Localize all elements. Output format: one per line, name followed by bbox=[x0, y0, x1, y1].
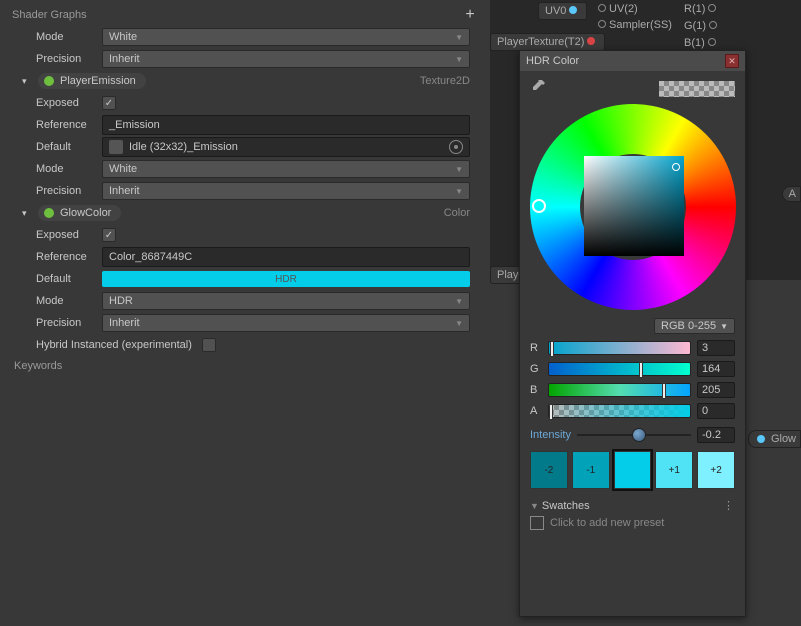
picker-title: HDR Color bbox=[526, 55, 579, 67]
r-port[interactable]: R(1) bbox=[684, 3, 719, 15]
b-slider[interactable] bbox=[548, 383, 691, 397]
precision-dropdown[interactable]: Inherit▼ bbox=[102, 50, 470, 68]
mode-label: Mode bbox=[36, 31, 102, 43]
object-picker-icon[interactable] bbox=[449, 140, 463, 154]
player-texture-node[interactable]: PlayerTexture(T2) bbox=[490, 33, 605, 51]
chevron-down-icon: ▼ bbox=[455, 319, 463, 328]
precision-label: Precision bbox=[36, 53, 102, 65]
hue-cursor[interactable] bbox=[532, 199, 546, 213]
chevron-down-icon: ▼ bbox=[455, 33, 463, 42]
mode-label: Mode bbox=[36, 163, 102, 175]
intensity-swatch[interactable]: -1 bbox=[572, 451, 610, 489]
r-slider[interactable] bbox=[548, 341, 691, 355]
b-port[interactable]: B(1) bbox=[684, 37, 719, 49]
default-label: Default bbox=[36, 141, 102, 153]
current-color-preview bbox=[659, 81, 735, 97]
property-dot-icon bbox=[44, 76, 54, 86]
preset-box-icon bbox=[530, 516, 544, 530]
color-wheel[interactable] bbox=[530, 104, 736, 310]
color-mode-dropdown[interactable]: RGB 0-255▼ bbox=[654, 318, 735, 334]
keywords-section[interactable]: Keywords bbox=[8, 356, 482, 376]
r-label: R bbox=[530, 342, 542, 354]
uv0-port: UV0 bbox=[538, 2, 587, 20]
default-label: Default bbox=[36, 273, 102, 285]
add-preset[interactable]: Click to add new preset bbox=[530, 516, 735, 530]
intensity-swatches: -2-1 +1+2 bbox=[530, 451, 735, 489]
b-label: B bbox=[530, 384, 542, 396]
close-button[interactable]: ✕ bbox=[725, 54, 739, 68]
g-port[interactable]: G(1) bbox=[684, 20, 720, 32]
intensity-label: Intensity bbox=[530, 429, 571, 441]
hybrid-label: Hybrid Instanced (experimental) bbox=[36, 339, 192, 351]
intensity-swatch[interactable]: -2 bbox=[530, 451, 568, 489]
exposed-checkbox[interactable]: ✓ bbox=[102, 96, 116, 110]
precision-dropdown[interactable]: Inherit▼ bbox=[102, 182, 470, 200]
mode-dropdown[interactable]: HDR▼ bbox=[102, 292, 470, 310]
property-type: Texture2D bbox=[420, 75, 470, 87]
intensity-swatch[interactable]: +1 bbox=[655, 451, 693, 489]
r-input[interactable]: 3 bbox=[697, 340, 735, 356]
chevron-down-icon: ▼ bbox=[455, 187, 463, 196]
glow-node-stub[interactable]: Glow bbox=[748, 430, 801, 448]
swatches-menu-icon[interactable]: ⋮ bbox=[723, 499, 735, 512]
exposed-checkbox[interactable]: ✓ bbox=[102, 228, 116, 242]
intensity-slider[interactable] bbox=[577, 434, 691, 436]
saturation-value-box[interactable] bbox=[584, 156, 684, 256]
blackboard-panel: Shader Graphs + Mode White▼ Precision In… bbox=[0, 0, 490, 380]
property-pill-glow-color[interactable]: GlowColor bbox=[38, 205, 121, 221]
hybrid-checkbox[interactable] bbox=[202, 338, 216, 352]
property-type: Color bbox=[444, 207, 470, 219]
a-input[interactable]: 0 bbox=[697, 403, 735, 419]
foldout-toggle[interactable]: ▾ bbox=[22, 76, 32, 87]
exposed-label: Exposed bbox=[36, 97, 102, 109]
texture-thumb-icon bbox=[109, 140, 123, 154]
sampler-port[interactable]: Sampler(SS) bbox=[598, 19, 672, 31]
exposed-label: Exposed bbox=[36, 229, 102, 241]
uv2-port[interactable]: UV(2) bbox=[598, 3, 638, 15]
sv-cursor[interactable] bbox=[672, 163, 680, 171]
chevron-down-icon: ▼ bbox=[455, 55, 463, 64]
chevron-down-icon: ▼ bbox=[455, 297, 463, 306]
add-node-stub[interactable]: A bbox=[782, 186, 801, 202]
reference-label: Reference bbox=[36, 251, 102, 263]
chevron-down-icon: ▼ bbox=[455, 165, 463, 174]
intensity-swatch[interactable]: +2 bbox=[697, 451, 735, 489]
mode-label: Mode bbox=[36, 295, 102, 307]
reference-input[interactable]: _Emission bbox=[102, 115, 470, 135]
mode-dropdown[interactable]: White▼ bbox=[102, 160, 470, 178]
reference-input[interactable]: Color_8687449C bbox=[102, 247, 470, 267]
a-label: A bbox=[530, 405, 542, 417]
a-slider[interactable] bbox=[548, 404, 691, 418]
panel-title: Shader Graphs bbox=[12, 9, 87, 21]
property-pill-player-emission[interactable]: PlayerEmission bbox=[38, 73, 146, 89]
swatches-foldout[interactable]: ▼Swatches bbox=[530, 500, 590, 512]
default-texture-field[interactable]: Idle (32x32)_Emission bbox=[102, 137, 470, 157]
precision-dropdown[interactable]: Inherit▼ bbox=[102, 314, 470, 332]
add-property-button[interactable]: + bbox=[462, 7, 478, 23]
g-label: G bbox=[530, 363, 542, 375]
g-slider[interactable] bbox=[548, 362, 691, 376]
precision-label: Precision bbox=[36, 185, 102, 197]
b-input[interactable]: 205 bbox=[697, 382, 735, 398]
reference-label: Reference bbox=[36, 119, 102, 131]
property-dot-icon bbox=[44, 208, 54, 218]
chevron-down-icon: ▼ bbox=[720, 322, 728, 331]
hdr-color-picker: HDR Color ✕ RGB 0-255▼ R 3 G 164 bbox=[519, 50, 746, 617]
mode-dropdown[interactable]: White▼ bbox=[102, 28, 470, 46]
intensity-swatch[interactable] bbox=[614, 451, 652, 489]
intensity-input[interactable]: -0.2 bbox=[697, 427, 735, 443]
default-color-field[interactable]: HDR bbox=[102, 271, 470, 287]
foldout-toggle[interactable]: ▾ bbox=[22, 208, 32, 219]
eyedropper-icon[interactable] bbox=[530, 79, 546, 98]
g-input[interactable]: 164 bbox=[697, 361, 735, 377]
precision-label: Precision bbox=[36, 317, 102, 329]
